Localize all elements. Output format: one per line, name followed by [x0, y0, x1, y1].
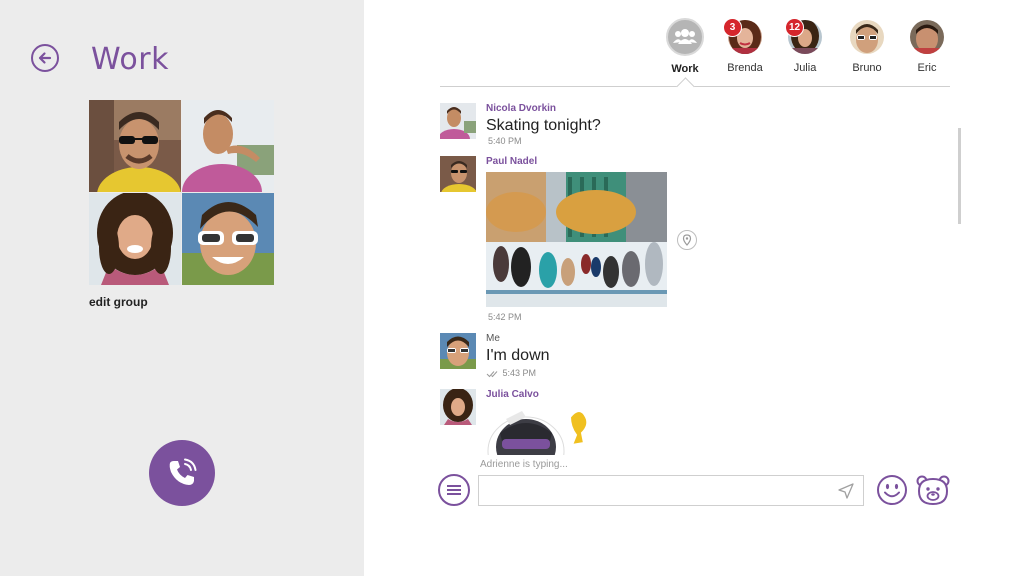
- send-button[interactable]: [837, 482, 855, 505]
- avatar: [440, 389, 476, 425]
- message-input-box: [478, 475, 864, 506]
- send-arrow-icon: [838, 483, 854, 499]
- sender-name: Julia Calvo: [486, 389, 539, 400]
- group-icon: [666, 18, 704, 56]
- message-input[interactable]: [479, 476, 835, 505]
- group-info-panel: Work edit group: [0, 0, 364, 576]
- message-text: I'm down: [486, 347, 550, 364]
- sender-name: Paul Nadel: [486, 156, 538, 167]
- smiley-icon: [877, 475, 907, 505]
- avatar: [440, 103, 476, 139]
- typing-indicator: Adrienne is typing...: [480, 459, 568, 470]
- contact-name: Eric: [917, 62, 937, 74]
- member-photo: [182, 193, 274, 285]
- edit-group-link[interactable]: edit group: [89, 295, 148, 309]
- message-time: 5:42 PM: [488, 312, 522, 322]
- contact-name: Work: [671, 63, 699, 75]
- back-button[interactable]: [31, 44, 59, 72]
- conversation-selector: Work 3 Brenda 12 Julia Bruno Eric: [655, 18, 955, 78]
- avatar: [850, 20, 884, 54]
- unread-badge: 12: [785, 18, 804, 37]
- sticker-attachment[interactable]: [486, 403, 606, 455]
- sender-name: Me: [486, 333, 500, 344]
- phone-call-icon: [169, 458, 197, 485]
- sticker-button[interactable]: [916, 473, 950, 507]
- member-photo: [89, 100, 181, 192]
- contact-bruno[interactable]: Bruno: [837, 18, 897, 74]
- unread-badge: 3: [723, 18, 742, 37]
- menu-button[interactable]: [438, 474, 470, 506]
- avatar: [910, 20, 944, 54]
- contact-name: Brenda: [727, 62, 763, 74]
- bear-sticker-icon: [916, 475, 950, 506]
- location-button[interactable]: [677, 230, 697, 250]
- back-arrow-icon: [38, 52, 52, 64]
- photo-attachment[interactable]: [486, 172, 667, 307]
- call-button[interactable]: [149, 440, 215, 506]
- contact-name: Julia: [793, 62, 817, 74]
- group-title: Work: [91, 42, 169, 77]
- avatar: [440, 333, 476, 369]
- contact-brenda[interactable]: 3 Brenda: [715, 18, 775, 74]
- message-time: 5:40 PM: [488, 136, 522, 146]
- contact-julia[interactable]: 12 Julia: [775, 18, 835, 74]
- hamburger-menu-icon: [447, 485, 461, 495]
- chat-scrollbar[interactable]: [958, 128, 961, 224]
- contact-work[interactable]: Work: [655, 18, 715, 75]
- location-pin-icon: [682, 234, 692, 246]
- message-status: 5:43 PM: [486, 368, 536, 378]
- emoticon-button[interactable]: [876, 474, 908, 506]
- message-text: Skating tonight?: [486, 117, 601, 134]
- group-photo-mosaic[interactable]: [89, 100, 274, 285]
- double-check-icon: [486, 370, 498, 377]
- member-photo: [182, 100, 274, 192]
- member-photo: [89, 193, 181, 285]
- message-time: 5:43 PM: [502, 368, 537, 378]
- active-indicator: [676, 77, 695, 96]
- avatar: [440, 156, 476, 192]
- contact-eric[interactable]: Eric: [897, 18, 957, 74]
- contact-name: Bruno: [852, 62, 882, 74]
- sender-name: Nicola Dvorkin: [486, 103, 557, 114]
